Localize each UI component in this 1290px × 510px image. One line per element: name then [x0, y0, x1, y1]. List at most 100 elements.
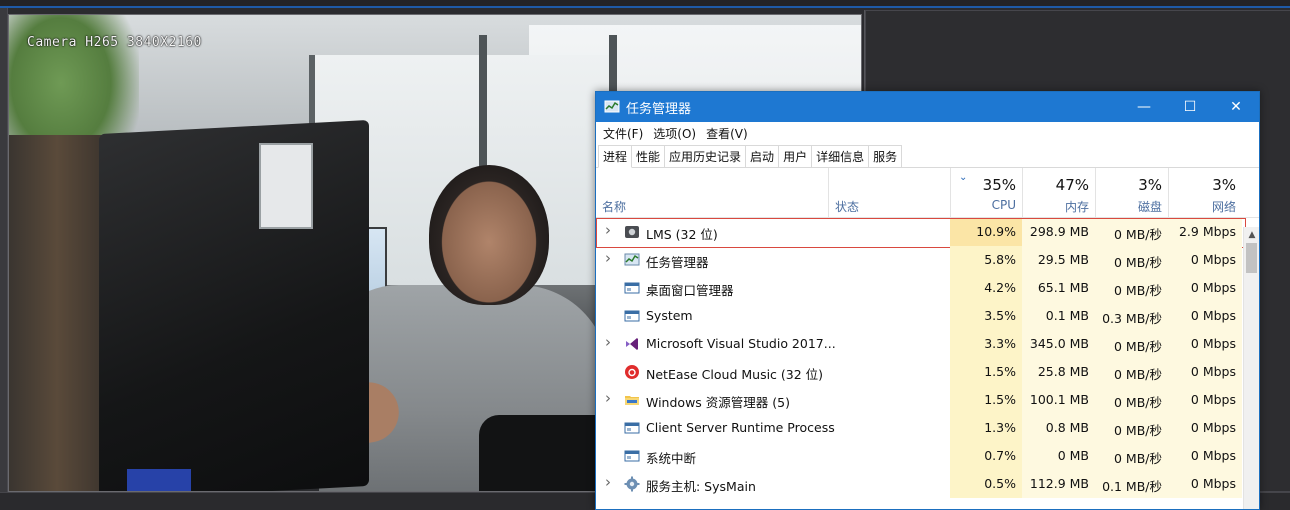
scroll-up-arrow-icon[interactable]: ▲: [1244, 227, 1259, 243]
process-disk-value: 0.1 MB/秒: [1102, 479, 1162, 494]
task-manager-icon: [624, 253, 640, 266]
tab-strip: 进程 性能 应用历史记录 启动 用户 详细信息 服务: [596, 144, 1259, 168]
column-header-network[interactable]: 3% 网络: [1168, 168, 1242, 218]
window-icon: [624, 422, 640, 434]
process-name: 桌面窗口管理器: [646, 283, 734, 298]
menu-options[interactable]: 选项(O): [648, 125, 701, 142]
process-name: 服务主机: SysMain: [646, 479, 756, 494]
window-title: 任务管理器: [626, 102, 692, 117]
process-disk-value: 0 MB/秒: [1114, 283, 1162, 298]
vertical-scrollbar[interactable]: ▲: [1243, 227, 1259, 509]
expand-chevron-icon[interactable]: ›: [602, 249, 614, 267]
camera-scene-connector: [127, 469, 191, 491]
close-button[interactable]: ✕: [1213, 92, 1259, 122]
expand-chevron-icon[interactable]: ›: [602, 473, 614, 491]
process-net-value: 0 Mbps: [1190, 364, 1236, 379]
camera-scene-monitor: [99, 119, 369, 491]
process-disk-value: 0 MB/秒: [1114, 423, 1162, 438]
process-cpu-value: 1.3%: [984, 420, 1016, 435]
column-header-name[interactable]: 名称: [596, 168, 828, 218]
column-header-disk[interactable]: 3% 磁盘: [1095, 168, 1168, 218]
process-row[interactable]: › Windows 资源管理器 (5) 1.5% 100.1 MB 0 MB/秒 0 Mb…: [596, 386, 1259, 414]
process-cpu-value: 3.5%: [984, 308, 1016, 323]
process-disk-value: 0 MB/秒: [1114, 227, 1162, 242]
process-row[interactable]: › Microsoft Visual Studio 2017... 3.3% 345.…: [596, 330, 1259, 358]
window-icon: [624, 450, 640, 462]
process-disk-value: 0 MB/秒: [1114, 395, 1162, 410]
process-disk-value: 0.3 MB/秒: [1102, 311, 1162, 326]
process-name: System: [646, 308, 693, 323]
tab-performance[interactable]: 性能: [631, 145, 666, 167]
process-net-value: 0 Mbps: [1190, 280, 1236, 295]
process-row[interactable]: › LMS (32 位) 10.9% 298.9 MB 0 MB/秒 2.9 Mbps: [596, 218, 1259, 248]
process-cpu-value: 10.9%: [976, 224, 1016, 239]
scrollbar-thumb[interactable]: [1246, 243, 1257, 273]
tab-processes[interactable]: 进程: [598, 145, 633, 168]
process-cpu-value: 5.8%: [984, 252, 1016, 267]
process-row[interactable]: › 服务主机: SysMain 0.5% 112.9 MB 0.1 MB/秒 0 Mbps: [596, 470, 1259, 498]
process-name: NetEase Cloud Music (32 位): [646, 367, 824, 382]
process-mem-value: 65.1 MB: [1037, 280, 1089, 295]
process-net-value: 0 Mbps: [1190, 308, 1236, 323]
task-manager-window[interactable]: 任务管理器 — ☐ ✕ 文件(F) 选项(O) 查看(V) 进程 性能 应用历史…: [595, 91, 1260, 510]
camera-overlay-label: Camera H265 3840X2160: [27, 35, 202, 50]
tab-users[interactable]: 用户: [778, 145, 813, 167]
expand-chevron-icon[interactable]: ›: [602, 333, 614, 351]
process-name: 系统中断: [646, 451, 697, 466]
left-rail: [0, 8, 8, 510]
netease-music-icon: [625, 365, 639, 379]
process-row[interactable]: › 任务管理器 5.8% 29.5 MB 0 MB/秒 0 Mbps: [596, 246, 1259, 274]
process-name: Windows 资源管理器 (5): [646, 395, 790, 410]
column-header-row: 名称 状态 ⌄ 35% CPU 47% 内存 3% 磁盘 3% 网络: [596, 168, 1259, 218]
menu-file[interactable]: 文件(F): [598, 125, 648, 142]
process-mem-value: 0 MB: [1057, 448, 1089, 463]
process-row[interactable]: 桌面窗口管理器 4.2% 65.1 MB 0 MB/秒 0 Mbps: [596, 274, 1259, 302]
process-net-value: 0 Mbps: [1190, 336, 1236, 351]
gear-icon: [624, 476, 640, 492]
top-accent-bar: [0, 0, 1290, 8]
process-mem-value: 29.5 MB: [1037, 252, 1089, 267]
process-row[interactable]: System 3.5% 0.1 MB 0.3 MB/秒 0 Mbps: [596, 302, 1259, 330]
process-disk-value: 0 MB/秒: [1114, 339, 1162, 354]
task-manager-icon: [604, 100, 620, 113]
process-disk-value: 0 MB/秒: [1114, 367, 1162, 382]
title-bar[interactable]: 任务管理器 — ☐ ✕: [596, 92, 1259, 122]
process-cpu-value: 4.2%: [984, 280, 1016, 295]
window-icon: [624, 310, 640, 322]
process-name: Microsoft Visual Studio 2017...: [646, 336, 836, 351]
folder-icon: [625, 396, 639, 405]
process-list: › LMS (32 位) 10.9% 298.9 MB 0 MB/秒 2.9 Mbps › 任…: [596, 218, 1259, 498]
maximize-button[interactable]: ☐: [1167, 92, 1213, 122]
process-name: LMS (32 位): [646, 227, 718, 242]
tab-startup[interactable]: 启动: [745, 145, 780, 167]
process-mem-value: 345.0 MB: [1029, 336, 1089, 351]
process-cpu-value: 1.5%: [984, 364, 1016, 379]
process-row[interactable]: Client Server Runtime Process 1.3% 0.8 MB 0…: [596, 414, 1259, 442]
camera-scene-person-head: [429, 165, 549, 305]
menu-bar: 文件(F) 选项(O) 查看(V): [596, 122, 1259, 144]
sort-descending-icon: ⌄: [959, 172, 968, 183]
process-disk-value: 0 MB/秒: [1114, 255, 1162, 270]
process-mem-value: 0.8 MB: [1045, 420, 1089, 435]
expand-chevron-icon[interactable]: ›: [602, 389, 614, 407]
column-header-memory[interactable]: 47% 内存: [1022, 168, 1095, 218]
minimize-button[interactable]: —: [1121, 92, 1167, 122]
tab-details[interactable]: 详细信息: [811, 145, 870, 167]
lms-app-icon: [625, 226, 639, 238]
process-net-value: 0 Mbps: [1190, 252, 1236, 267]
column-header-status[interactable]: 状态: [828, 168, 950, 218]
menu-view[interactable]: 查看(V): [701, 125, 753, 142]
process-row[interactable]: 系统中断 0.7% 0 MB 0 MB/秒 0 Mbps: [596, 442, 1259, 470]
process-row[interactable]: NetEase Cloud Music (32 位) 1.5% 25.8 MB 0 M…: [596, 358, 1259, 386]
process-mem-value: 25.8 MB: [1037, 364, 1089, 379]
process-disk-value: 0 MB/秒: [1114, 451, 1162, 466]
process-net-value: 0 Mbps: [1190, 392, 1236, 407]
process-name: 任务管理器: [646, 255, 709, 270]
process-name: Client Server Runtime Process: [646, 420, 835, 435]
column-header-cpu[interactable]: ⌄ 35% CPU: [950, 168, 1022, 218]
expand-chevron-icon[interactable]: ›: [602, 221, 614, 239]
process-cpu-value: 0.5%: [984, 476, 1016, 491]
process-mem-value: 112.9 MB: [1029, 476, 1089, 491]
tab-app-history[interactable]: 应用历史记录: [664, 145, 747, 167]
tab-services[interactable]: 服务: [868, 145, 903, 167]
